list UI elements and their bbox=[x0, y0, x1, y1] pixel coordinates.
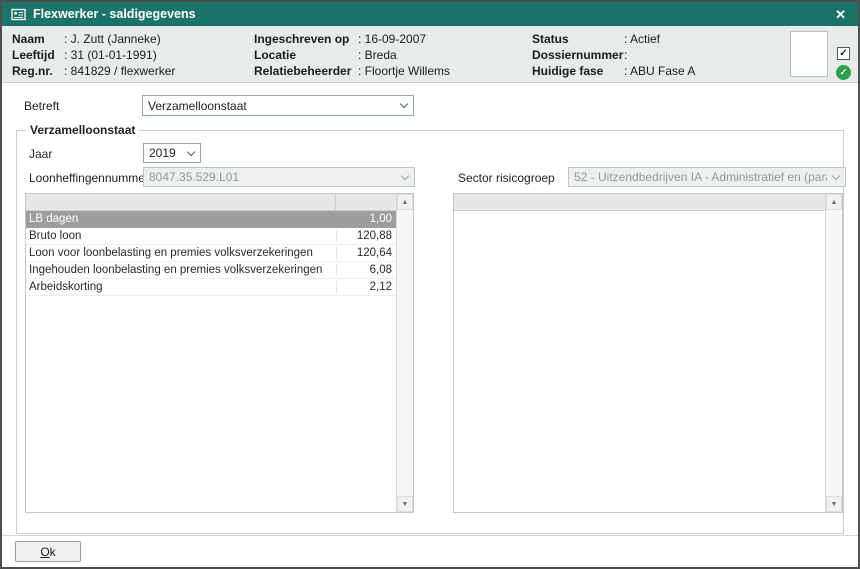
loonheffingennummer-select: 8047.35.529.L01 bbox=[143, 167, 415, 187]
info-row-relatiebeheerder: Relatiebeheerder : Floortje Willems bbox=[254, 63, 450, 79]
info-row-naam: Naam : J. Zutt (Janneke) bbox=[12, 31, 175, 47]
scroll-down-icon[interactable]: ▼ bbox=[397, 496, 413, 512]
loonheffingennummer-label: Loonheffingennummer bbox=[29, 171, 149, 185]
row-value: 120,88 bbox=[336, 230, 396, 242]
info-label: Leeftijd bbox=[12, 47, 64, 63]
info-label: Status bbox=[532, 31, 624, 47]
info-label: Reg.nr. bbox=[12, 63, 64, 79]
info-label: Locatie bbox=[254, 47, 358, 63]
sector-risicogroep-label: Sector risicogroep bbox=[458, 171, 555, 185]
sector-risicogroep-select: 52 - Uitzendbedrijven IA - Administratie… bbox=[568, 167, 846, 187]
chevron-down-icon bbox=[400, 100, 408, 108]
row-name: Loon voor loonbelasting en premies volks… bbox=[26, 247, 336, 259]
info-value: : Floortje Willems bbox=[358, 63, 450, 79]
info-row-locatie: Locatie : Breda bbox=[254, 47, 450, 63]
info-value: : 841829 / flexwerker bbox=[64, 63, 175, 79]
jaar-label: Jaar bbox=[29, 147, 52, 161]
jaar-select[interactable]: 2019 bbox=[143, 143, 201, 163]
row-name: Ingehouden loonbelasting en premies volk… bbox=[26, 264, 336, 276]
table-row[interactable]: Ingehouden loonbelasting en premies volk… bbox=[26, 262, 396, 279]
ok-button[interactable]: Ok bbox=[15, 541, 81, 562]
row-value: 120,64 bbox=[336, 247, 396, 259]
scroll-up-icon[interactable]: ▲ bbox=[397, 194, 413, 210]
info-value: : 31 (01-01-1991) bbox=[64, 47, 157, 63]
betreft-label: Betreft bbox=[24, 99, 59, 113]
row-value: 6,08 bbox=[336, 264, 396, 276]
jaar-selected-value: 2019 bbox=[149, 146, 182, 160]
header-checkbox[interactable]: ✓ bbox=[837, 47, 850, 60]
scroll-down-icon[interactable]: ▼ bbox=[826, 496, 842, 512]
row-name: LB dagen bbox=[26, 213, 336, 225]
photo-placeholder bbox=[790, 31, 828, 77]
info-value: : Actief bbox=[624, 31, 660, 47]
column-header bbox=[454, 194, 825, 211]
ok-button-rest: k bbox=[50, 545, 56, 559]
betreft-selected-value: Verzamelloonstaat bbox=[148, 99, 395, 113]
scroll-track[interactable] bbox=[397, 210, 413, 496]
sector-rows bbox=[454, 211, 825, 512]
title-bar[interactable]: Flexwerker - saldigegevens ✕ bbox=[2, 2, 858, 26]
info-row-leeftijd: Leeftijd : 31 (01-01-1991) bbox=[12, 47, 175, 63]
flexwerker-icon bbox=[11, 8, 26, 21]
info-label: Dossiernummer bbox=[532, 47, 624, 63]
scroll-up-icon[interactable]: ▲ bbox=[826, 194, 842, 210]
sector-risicogroep-value: 52 - Uitzendbedrijven IA - Administratie… bbox=[574, 170, 827, 184]
table-row[interactable]: LB dagen 1,00 bbox=[26, 211, 396, 228]
ok-button-accel: O bbox=[40, 545, 49, 559]
info-label: Ingeschreven op bbox=[254, 31, 358, 47]
info-value: : Breda bbox=[358, 47, 397, 63]
verzamelloonstaat-groupbox: Verzamelloonstaat Jaar 2019 Loonheffinge… bbox=[16, 130, 844, 534]
vertical-scrollbar[interactable]: ▲ ▼ bbox=[396, 194, 413, 512]
row-name: Bruto loon bbox=[26, 230, 336, 242]
sector-list: ▲ ▼ bbox=[453, 193, 843, 513]
status-check-icon: ✓ bbox=[836, 65, 851, 80]
table-row[interactable]: Loon voor loonbelasting en premies volks… bbox=[26, 245, 396, 262]
sector-list-header bbox=[454, 194, 825, 211]
loonheffingennummer-value: 8047.35.529.L01 bbox=[149, 170, 396, 184]
info-label: Huidige fase bbox=[532, 63, 624, 79]
betreft-select[interactable]: Verzamelloonstaat bbox=[142, 95, 414, 116]
info-value: : 16-09-2007 bbox=[358, 31, 426, 47]
saldi-list-header bbox=[26, 194, 396, 211]
info-row-ingeschreven: Ingeschreven op : 16-09-2007 bbox=[254, 31, 450, 47]
info-column-1: Naam : J. Zutt (Janneke) Leeftijd : 31 (… bbox=[12, 31, 175, 79]
info-value: : ABU Fase A bbox=[624, 63, 695, 79]
window-title: Flexwerker - saldigegevens bbox=[33, 7, 196, 21]
info-column-3: Status : Actief Dossiernummer : Huidige … bbox=[532, 31, 695, 79]
info-value: : J. Zutt (Janneke) bbox=[64, 31, 161, 47]
info-label: Relatiebeheerder bbox=[254, 63, 358, 79]
person-info-header: Naam : J. Zutt (Janneke) Leeftijd : 31 (… bbox=[2, 26, 858, 83]
flexwerker-saldigegevens-dialog: Flexwerker - saldigegevens ✕ Naam : J. Z… bbox=[0, 0, 860, 569]
info-row-status: Status : Actief bbox=[532, 31, 695, 47]
table-row[interactable]: Bruto loon 120,88 bbox=[26, 228, 396, 245]
table-row[interactable]: Arbeidskorting 2,12 bbox=[26, 279, 396, 296]
groupbox-title: Verzamelloonstaat bbox=[26, 123, 139, 137]
info-value: : bbox=[624, 47, 627, 63]
row-value: 1,00 bbox=[336, 213, 396, 225]
dialog-footer: Ok bbox=[2, 535, 858, 567]
column-header-name bbox=[26, 194, 336, 211]
scroll-track[interactable] bbox=[826, 210, 842, 496]
info-label: Naam bbox=[12, 31, 64, 47]
info-row-dossiernummer: Dossiernummer : bbox=[532, 47, 695, 63]
chevron-down-icon bbox=[401, 171, 409, 179]
row-value: 2,12 bbox=[336, 281, 396, 293]
info-row-huidige-fase: Huidige fase : ABU Fase A bbox=[532, 63, 695, 79]
column-header-value bbox=[336, 194, 396, 211]
vertical-scrollbar[interactable]: ▲ ▼ bbox=[825, 194, 842, 512]
close-icon[interactable]: ✕ bbox=[832, 6, 849, 23]
chevron-down-icon bbox=[187, 147, 195, 155]
sector-list-body bbox=[454, 194, 825, 512]
info-column-2: Ingeschreven op : 16-09-2007 Locatie : B… bbox=[254, 31, 450, 79]
info-row-regnr: Reg.nr. : 841829 / flexwerker bbox=[12, 63, 175, 79]
row-name: Arbeidskorting bbox=[26, 281, 336, 293]
saldi-list: LB dagen 1,00 Bruto loon 120,88 Loon voo… bbox=[25, 193, 414, 513]
chevron-down-icon bbox=[832, 171, 840, 179]
saldi-rows: LB dagen 1,00 Bruto loon 120,88 Loon voo… bbox=[26, 211, 396, 512]
saldi-list-body: LB dagen 1,00 Bruto loon 120,88 Loon voo… bbox=[26, 194, 396, 512]
